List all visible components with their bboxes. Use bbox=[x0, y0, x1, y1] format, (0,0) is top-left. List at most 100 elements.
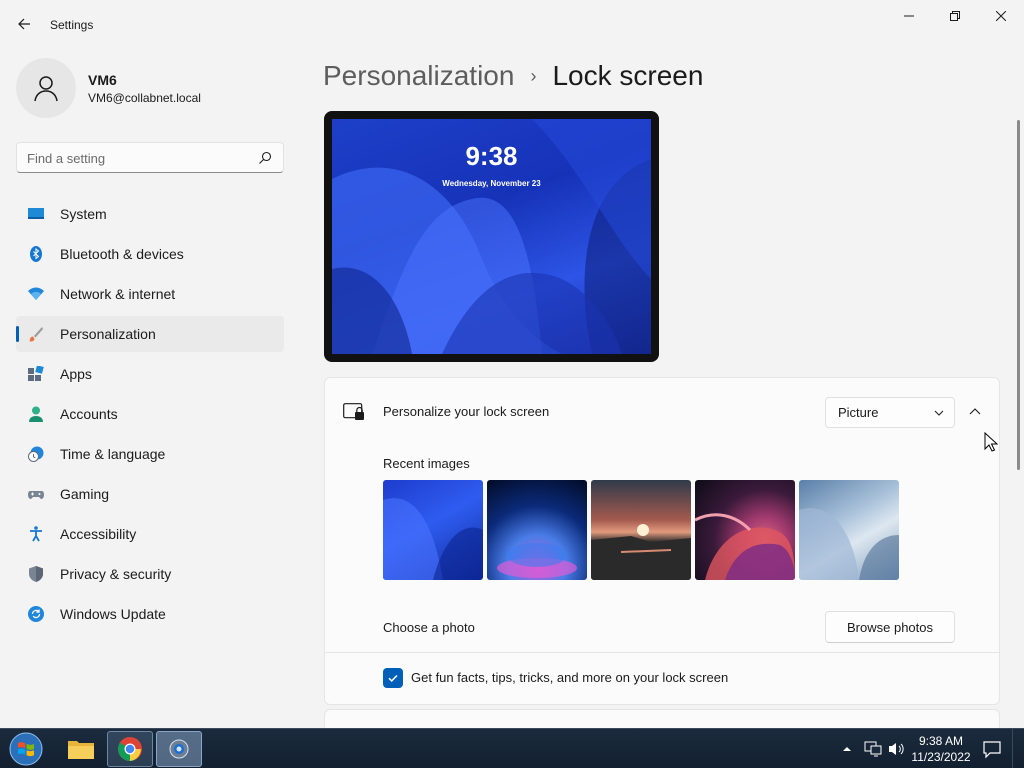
sidebar-item-windows-update[interactable]: Windows Update bbox=[16, 596, 284, 632]
dropdown-selected-value: Picture bbox=[838, 405, 879, 420]
sidebar-item-label: Windows Update bbox=[60, 606, 166, 622]
wallpaper-bloom-light bbox=[799, 508, 899, 580]
start-button[interactable] bbox=[6, 731, 46, 767]
recent-image-2[interactable] bbox=[487, 480, 587, 580]
browse-photos-button[interactable]: Browse photos bbox=[825, 611, 955, 643]
wallpaper-ribbon-swirl bbox=[695, 513, 795, 580]
bluetooth-icon bbox=[30, 246, 42, 262]
user-icon bbox=[34, 76, 58, 102]
recent-images-label: Recent images bbox=[383, 456, 470, 471]
show-hidden-icons-button[interactable] bbox=[842, 729, 852, 768]
person-icon bbox=[29, 406, 43, 422]
preview-date: Wednesday, November 23 bbox=[442, 179, 541, 188]
chrome-icon bbox=[118, 737, 142, 762]
breadcrumb-parent[interactable]: Personalization bbox=[323, 60, 514, 92]
recent-image-4[interactable] bbox=[695, 480, 795, 580]
taskbar-settings[interactable] bbox=[156, 731, 202, 767]
next-setting-card bbox=[324, 709, 1000, 729]
preview-time: 9:38 bbox=[465, 141, 518, 171]
taskbar: 9:38 AM 11/23/2022 bbox=[0, 728, 1024, 768]
lock-screen-icon bbox=[343, 403, 364, 420]
recent-image-1[interactable] bbox=[383, 480, 483, 580]
sidebar-item-label: Bluetooth & devices bbox=[60, 246, 184, 262]
taskbar-chrome[interactable] bbox=[107, 731, 153, 767]
sidebar-item-apps[interactable]: Apps bbox=[16, 356, 284, 392]
close-icon bbox=[996, 11, 1006, 21]
preview-wallpaper: 9:38 Wednesday, November 23 bbox=[332, 119, 651, 354]
clock-time: 9:38 AM bbox=[918, 734, 964, 748]
windows-orb-icon bbox=[9, 732, 43, 766]
notification-button[interactable] bbox=[982, 739, 1002, 759]
collapse-button[interactable] bbox=[963, 400, 987, 424]
minimize-icon bbox=[904, 15, 914, 17]
sidebar-item-gaming[interactable]: Gaming bbox=[16, 476, 284, 512]
recent-images-list bbox=[383, 480, 899, 580]
user-email: VM6@collabnet.local bbox=[88, 91, 201, 105]
sidebar-item-time-language[interactable]: Time & language bbox=[16, 436, 284, 472]
taskbar-clock[interactable]: 9:38 AM 11/23/2022 bbox=[908, 733, 974, 765]
network-tray-button[interactable] bbox=[864, 729, 882, 768]
lock-screen-preview: 9:38 Wednesday, November 23 bbox=[324, 111, 659, 362]
sidebar-nav: System Bluetooth & devices Network & int… bbox=[16, 196, 284, 636]
chevron-down-icon bbox=[934, 410, 944, 416]
speaker-icon bbox=[889, 743, 904, 755]
tips-checkbox-label: Get fun facts, tips, tricks, and more on… bbox=[411, 670, 729, 685]
checkmark-icon bbox=[388, 674, 398, 682]
show-desktop-button[interactable] bbox=[1012, 729, 1024, 768]
volume-tray-button[interactable] bbox=[888, 729, 906, 768]
sidebar-item-network[interactable]: Network & internet bbox=[16, 276, 284, 312]
wallpaper-sunset-lake bbox=[591, 524, 691, 580]
sidebar-item-label: Personalization bbox=[60, 326, 156, 342]
sidebar-item-privacy[interactable]: Privacy & security bbox=[16, 556, 284, 592]
close-button[interactable] bbox=[978, 0, 1024, 32]
sidebar-item-bluetooth[interactable]: Bluetooth & devices bbox=[16, 236, 284, 272]
apps-icon bbox=[28, 366, 44, 381]
lock-screen-mode-dropdown[interactable]: Picture bbox=[825, 397, 955, 428]
sidebar-item-accounts[interactable]: Accounts bbox=[16, 396, 284, 432]
app-title: Settings bbox=[50, 18, 94, 32]
taskbar-file-explorer[interactable] bbox=[58, 731, 104, 767]
chevron-up-icon bbox=[969, 408, 981, 415]
recent-image-5[interactable] bbox=[799, 480, 899, 580]
sidebar-item-label: Privacy & security bbox=[60, 566, 172, 582]
sidebar-item-label: Time & language bbox=[60, 446, 166, 462]
search-box[interactable] bbox=[16, 142, 284, 173]
clock-globe-icon bbox=[28, 446, 44, 462]
notification-icon bbox=[983, 741, 1001, 759]
personalize-lock-screen-row[interactable]: Personalize your lock screen Picture bbox=[324, 377, 1000, 445]
choose-photo-label: Choose a photo bbox=[383, 620, 475, 635]
sidebar-item-label: System bbox=[60, 206, 107, 222]
sidebar-item-label: Network & internet bbox=[60, 286, 176, 302]
scrollbar-thumb[interactable] bbox=[1017, 120, 1020, 470]
recent-image-3[interactable] bbox=[591, 480, 691, 580]
breadcrumb-separator: › bbox=[530, 65, 537, 86]
sidebar-item-accessibility[interactable]: Accessibility bbox=[16, 516, 284, 552]
breadcrumb: Personalization › Lock screen bbox=[323, 58, 703, 94]
search-icon bbox=[259, 151, 272, 164]
mouse-cursor-icon bbox=[984, 432, 998, 452]
back-button[interactable] bbox=[10, 10, 38, 38]
page-title: Lock screen bbox=[552, 60, 704, 91]
network-icon bbox=[864, 741, 882, 757]
monitor-icon bbox=[28, 208, 44, 219]
title-bar: Settings bbox=[0, 0, 1024, 48]
choose-photo-row: Choose a photo Browse photos bbox=[324, 603, 1000, 653]
tips-checkbox[interactable] bbox=[383, 668, 403, 688]
sidebar-item-system[interactable]: System bbox=[16, 196, 284, 232]
brush-icon bbox=[29, 327, 43, 342]
sidebar-item-personalization[interactable]: Personalization bbox=[16, 316, 284, 352]
avatar[interactable] bbox=[16, 58, 76, 118]
settings-gear-icon bbox=[169, 739, 189, 759]
lock-screen-tips-row: Get fun facts, tips, tricks, and more on… bbox=[324, 653, 1000, 705]
accessibility-icon bbox=[30, 526, 42, 542]
restore-button[interactable] bbox=[932, 0, 978, 32]
wifi-icon bbox=[28, 287, 44, 300]
update-icon bbox=[28, 606, 44, 622]
sidebar-item-label: Accounts bbox=[60, 406, 118, 422]
search-input[interactable] bbox=[27, 149, 247, 167]
shield-icon bbox=[29, 566, 43, 582]
wallpaper-glow-orb bbox=[497, 543, 577, 578]
user-name: VM6 bbox=[88, 72, 117, 88]
restore-icon bbox=[950, 11, 960, 21]
minimize-button[interactable] bbox=[886, 0, 932, 32]
